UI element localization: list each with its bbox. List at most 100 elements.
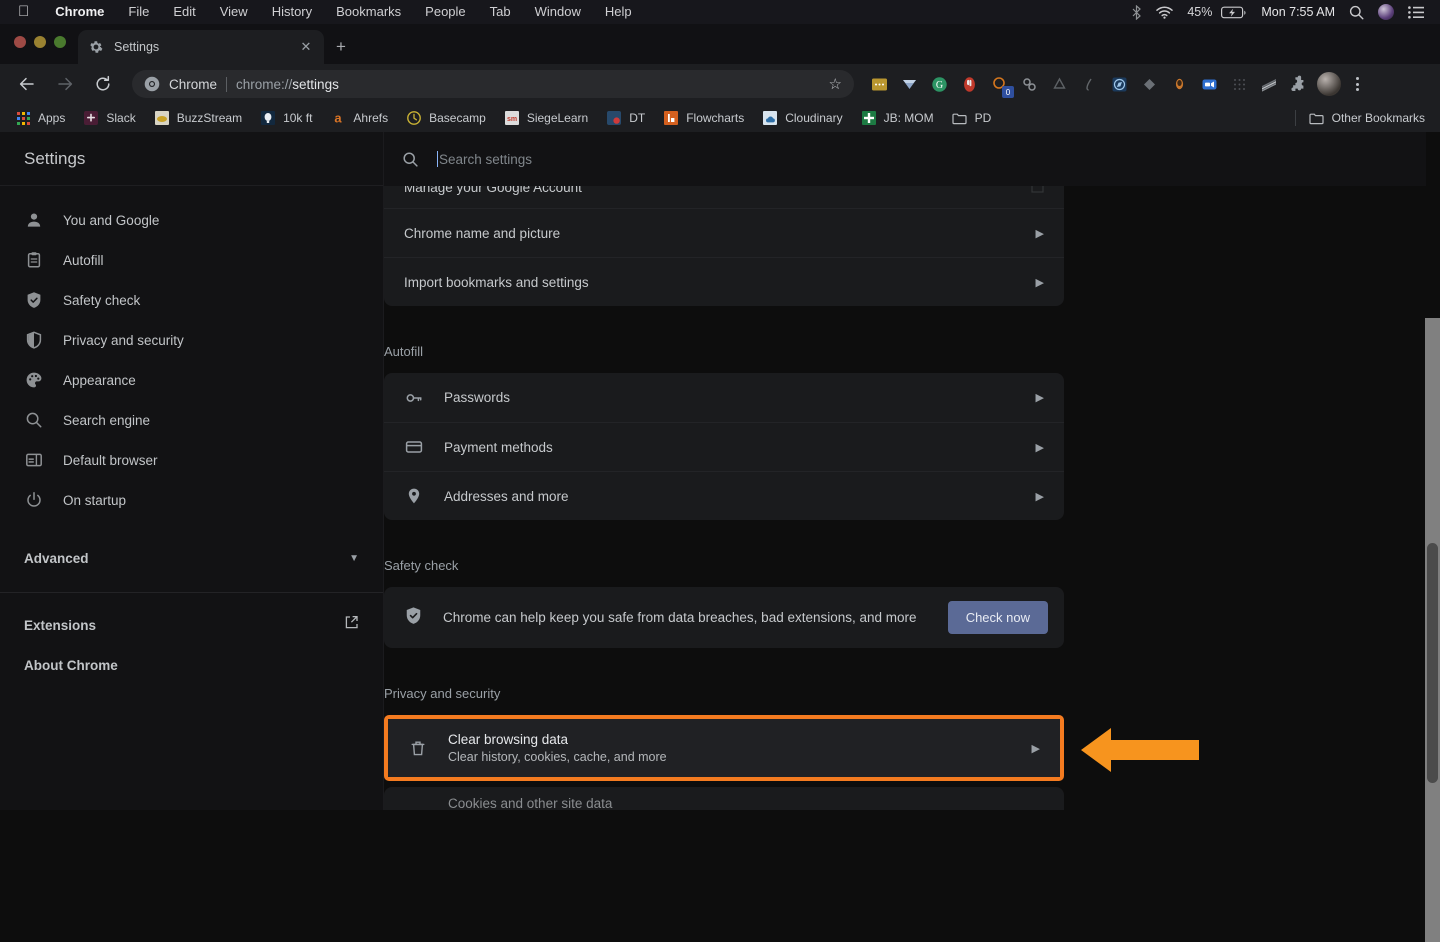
menu-item-tab[interactable]: Tab [478, 0, 523, 24]
shield-check-icon [24, 290, 44, 310]
vertical-scrollbar-track[interactable] [1425, 318, 1440, 942]
bookmark-jb-mom[interactable]: JB: MOM [852, 107, 943, 129]
search-icon[interactable] [1349, 5, 1364, 20]
row-label: Cookies and other site data [448, 796, 613, 810]
forward-arrow-icon[interactable] [50, 69, 80, 99]
sidebar-item-search-engine[interactable]: Search engine [0, 400, 383, 440]
menu-item-file[interactable]: File [116, 0, 161, 24]
search-settings-bar[interactable]: Search settings [384, 132, 1426, 186]
extension-opera-red-icon[interactable] [954, 69, 984, 99]
bookmark-basecamp[interactable]: Basecamp [397, 107, 495, 129]
avatar[interactable] [1314, 69, 1344, 99]
bookmark-10k-ft[interactable]: 10k ft [251, 107, 321, 129]
row-addresses-and-more[interactable]: Addresses and more ▶ [384, 471, 1064, 520]
sidebar-item-extensions[interactable]: Extensions [0, 605, 383, 645]
chevron-right-icon: ▶ [1031, 742, 1040, 755]
extension-yellow-dots-icon[interactable] [864, 69, 894, 99]
sidebar-item-advanced[interactable]: Advanced ▼ [0, 536, 383, 580]
wifi-icon[interactable] [1156, 5, 1174, 19]
bookmark-apps[interactable]: Apps [6, 107, 74, 129]
back-arrow-icon[interactable] [12, 69, 42, 99]
menu-item-history[interactable]: History [260, 0, 324, 24]
menu-item-chrome[interactable]: Chrome [43, 0, 116, 24]
extension-orange-ring-icon[interactable]: 0 [984, 69, 1014, 99]
bookmark-label: SiegeLearn [526, 111, 589, 125]
bookmark-flowcharts[interactable]: Flowcharts [654, 107, 753, 129]
window-controls[interactable] [14, 36, 66, 48]
bluetooth-icon[interactable] [1131, 4, 1142, 20]
extension-grid-dots-icon[interactable] [1224, 69, 1254, 99]
check-now-button[interactable]: Check now [947, 601, 1048, 634]
extension-compass-blue-icon[interactable] [1104, 69, 1134, 99]
star-icon[interactable]: ☆ [829, 75, 842, 93]
extension-recycle-icon[interactable] [1044, 69, 1074, 99]
battery-status[interactable]: 45% [1187, 5, 1247, 19]
safety-check-text: Chrome can help keep you safe from data … [443, 610, 917, 625]
bookmark-other-bookmarks[interactable]: Other Bookmarks [1300, 107, 1434, 129]
menu-item-bookmarks[interactable]: Bookmarks [324, 0, 413, 24]
search-input[interactable]: Search settings [439, 152, 532, 167]
menu-item-window[interactable]: Window [523, 0, 593, 24]
bookmark-ahrefs[interactable]: a Ahrefs [321, 107, 397, 129]
menu-item-people[interactable]: People [413, 0, 477, 24]
vertical-scrollbar-thumb[interactable] [1427, 543, 1438, 783]
bookmark-siegelearn[interactable]: sm SiegeLearn [495, 107, 597, 129]
omnibox-site-label: Chrome [169, 76, 218, 92]
extension-stripes-icon[interactable] [1254, 69, 1284, 99]
extension-person-orange-icon[interactable] [1164, 69, 1194, 99]
sidebar-item-on-startup[interactable]: On startup [0, 480, 383, 520]
tab-settings[interactable]: Settings ✕ [78, 30, 324, 64]
sidebar-item-safety-check[interactable]: Safety check [0, 280, 383, 320]
row-cookies-and-other-site-data[interactable]: Cookies and other site data [384, 787, 1064, 810]
row-clear-browsing-data[interactable]: Clear browsing data Clear history, cooki… [388, 719, 1060, 777]
settings-scroll-area[interactable]: Manage your Google Account Chrome name a… [384, 180, 1426, 810]
menu-item-view[interactable]: View [208, 0, 260, 24]
extension-puzzle-icon[interactable] [1284, 69, 1314, 99]
bookmark-buzzstream[interactable]: BuzzStream [145, 107, 251, 129]
external-link-icon [344, 615, 359, 635]
gear-icon [88, 39, 104, 55]
sidebar-item-privacy-and-security[interactable]: Privacy and security [0, 320, 383, 360]
menu-item-edit[interactable]: Edit [161, 0, 207, 24]
row-subtitle: Clear history, cookies, cache, and more [448, 750, 667, 764]
extension-diamond-gray-icon[interactable] [1134, 69, 1164, 99]
sidebar-item-default-browser[interactable]: Default browser [0, 440, 383, 480]
close-icon[interactable]: ✕ [298, 39, 314, 55]
sidebar-item-autofill[interactable]: Autofill [0, 240, 383, 280]
extension-grammarly-icon[interactable]: G [924, 69, 954, 99]
close-window-button[interactable] [14, 36, 26, 48]
menu-item-help[interactable]: Help [593, 0, 644, 24]
row-chrome-name-and-picture[interactable]: Chrome name and picture ▶ [384, 208, 1064, 257]
apple-logo-icon[interactable]:  [10, 2, 43, 22]
bookmark-slack[interactable]: Slack [74, 107, 144, 129]
new-tab-button[interactable]: + [332, 37, 350, 56]
sidebar-item-appearance[interactable]: Appearance [0, 360, 383, 400]
sidebar-item-about-chrome[interactable]: About Chrome [0, 645, 383, 685]
advanced-label: Advanced [24, 550, 89, 566]
sidebar-item-you-and-google[interactable]: You and Google [0, 200, 383, 240]
row-passwords[interactable]: Passwords ▶ [384, 373, 1064, 422]
extension-diamond-icon[interactable] [894, 69, 924, 99]
extension-pen-icon[interactable] [1074, 69, 1104, 99]
extension-link-chain-icon[interactable] [1014, 69, 1044, 99]
row-title: Clear browsing data [448, 732, 569, 747]
extension-video-blue-icon[interactable] [1194, 69, 1224, 99]
other-bookmarks-area: Other Bookmarks [1294, 104, 1434, 132]
maximize-window-button[interactable] [54, 36, 66, 48]
minimize-window-button[interactable] [34, 36, 46, 48]
reload-icon[interactable] [88, 69, 118, 99]
bookmark-dt[interactable]: DT [597, 107, 654, 129]
settings-content: Search settings Manage your Google Accou… [384, 132, 1426, 810]
list-icon[interactable] [1408, 5, 1424, 19]
row-import-bookmarks-and-settings[interactable]: Import bookmarks and settings ▶ [384, 257, 1064, 306]
kebab-menu-icon[interactable] [1344, 69, 1370, 99]
row-label: Import bookmarks and settings [404, 274, 589, 290]
safety-check-card: Chrome can help keep you safe from data … [384, 587, 1064, 648]
bookmark-pd-folder[interactable]: PD [943, 107, 1001, 129]
buzzstream-icon [154, 110, 170, 126]
address-bar[interactable]: Chrome chrome://settings ☆ [132, 70, 854, 98]
bookmark-label: Apps [38, 111, 66, 125]
row-payment-methods[interactable]: Payment methods ▶ [384, 422, 1064, 471]
bookmark-cloudinary[interactable]: Cloudinary [753, 107, 851, 129]
control-center-icon[interactable] [1378, 4, 1394, 20]
